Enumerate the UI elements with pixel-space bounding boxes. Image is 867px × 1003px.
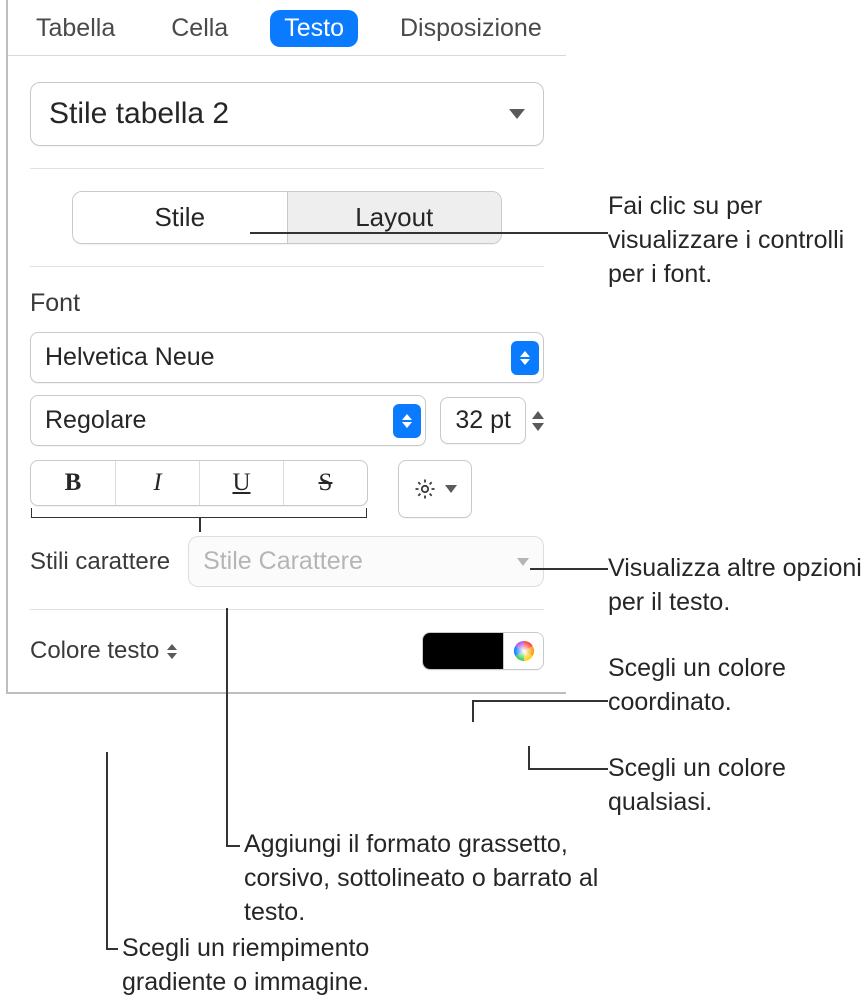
italic-button[interactable]: I — [115, 461, 199, 505]
callout-color-well: Scegli un colore coordinato. — [608, 652, 848, 720]
leader-line — [472, 700, 608, 702]
gear-icon — [413, 477, 437, 501]
advanced-text-options-button[interactable] — [398, 460, 472, 518]
leader-line — [226, 608, 228, 846]
font-section-label: Font — [30, 289, 544, 318]
popup-arrows-icon — [167, 644, 177, 659]
leader-line — [472, 700, 474, 722]
divider — [30, 168, 544, 169]
stepper-arrows — [532, 411, 544, 431]
divider — [30, 609, 544, 610]
chevron-down-icon — [509, 109, 525, 119]
text-color-picker — [422, 632, 544, 670]
tab-disposizione[interactable]: Disposizione — [386, 10, 556, 47]
leader-line — [106, 948, 118, 950]
chevron-down-icon — [517, 558, 529, 566]
segment-layout[interactable]: Layout — [287, 192, 502, 243]
underline-button[interactable]: U — [199, 461, 283, 505]
chevron-down-icon — [445, 485, 457, 493]
leader-line — [250, 232, 608, 234]
tab-testo[interactable]: Testo — [270, 10, 358, 47]
popup-arrows-icon — [511, 341, 539, 375]
callout-text-color-fill: Scegli un riempimento gradiente o immagi… — [122, 932, 462, 1000]
color-well[interactable] — [423, 633, 503, 669]
text-style-row: B I U S — [30, 460, 544, 518]
character-style-placeholder: Stile Carattere — [203, 547, 363, 576]
strikethrough-button[interactable]: S — [283, 461, 367, 505]
leader-line — [530, 568, 608, 570]
font-weight-size-row: Regolare 32 pt — [30, 395, 544, 446]
font-weight-value: Regolare — [45, 396, 146, 445]
font-size-field[interactable]: 32 pt — [440, 397, 526, 444]
style-layout-segmented: Stile Layout — [72, 191, 502, 244]
paragraph-style-value: Stile tabella 2 — [49, 97, 229, 131]
leader-line — [528, 746, 530, 768]
popup-arrows-icon — [393, 404, 421, 438]
inspector-tabbar: Tabella Cella Testo Disposizione — [8, 0, 566, 56]
font-weight-popup[interactable]: Regolare — [30, 395, 426, 446]
callout-stile: Fai clic su per visualizzare i controlli… — [608, 190, 858, 291]
leader-line — [226, 845, 240, 847]
text-color-popup[interactable]: Colore testo — [30, 637, 177, 665]
text-color-label: Colore testo — [30, 637, 159, 665]
character-style-popup[interactable]: Stile Carattere — [188, 536, 544, 587]
paragraph-style-select[interactable]: Stile tabella 2 — [30, 82, 544, 146]
color-wheel-button[interactable] — [503, 633, 543, 669]
color-wheel-icon — [513, 640, 535, 662]
bold-button[interactable]: B — [31, 461, 115, 505]
text-color-row: Colore testo — [30, 632, 544, 670]
font-family-popup[interactable]: Helvetica Neue — [30, 332, 544, 383]
leader-line — [528, 768, 608, 770]
callout-gear: Visualizza altre opzioni per il testo. — [608, 552, 863, 620]
character-styles-label: Stili carattere — [30, 548, 170, 576]
font-size-stepper: 32 pt — [440, 397, 544, 444]
stepper-down[interactable] — [532, 423, 544, 431]
leader-line — [106, 752, 108, 948]
font-family-value: Helvetica Neue — [45, 333, 215, 382]
tab-tabella[interactable]: Tabella — [22, 10, 129, 47]
character-styles-row: Stili carattere Stile Carattere — [30, 536, 544, 587]
callout-bius: Aggiungi il formato grassetto, corsivo, … — [244, 828, 604, 929]
divider — [30, 266, 544, 267]
segment-stile[interactable]: Stile — [73, 192, 287, 243]
bius-callout-bracket — [31, 508, 367, 518]
format-inspector-panel: Tabella Cella Testo Disposizione Stile t… — [6, 0, 566, 694]
stepper-up[interactable] — [532, 411, 544, 419]
inspector-content: Stile tabella 2 Stile Layout Font Helvet… — [8, 56, 566, 692]
callout-color-wheel: Scegli un colore qualsiasi. — [608, 752, 848, 820]
tab-cella[interactable]: Cella — [157, 10, 242, 47]
bius-group: B I U S — [30, 460, 368, 506]
